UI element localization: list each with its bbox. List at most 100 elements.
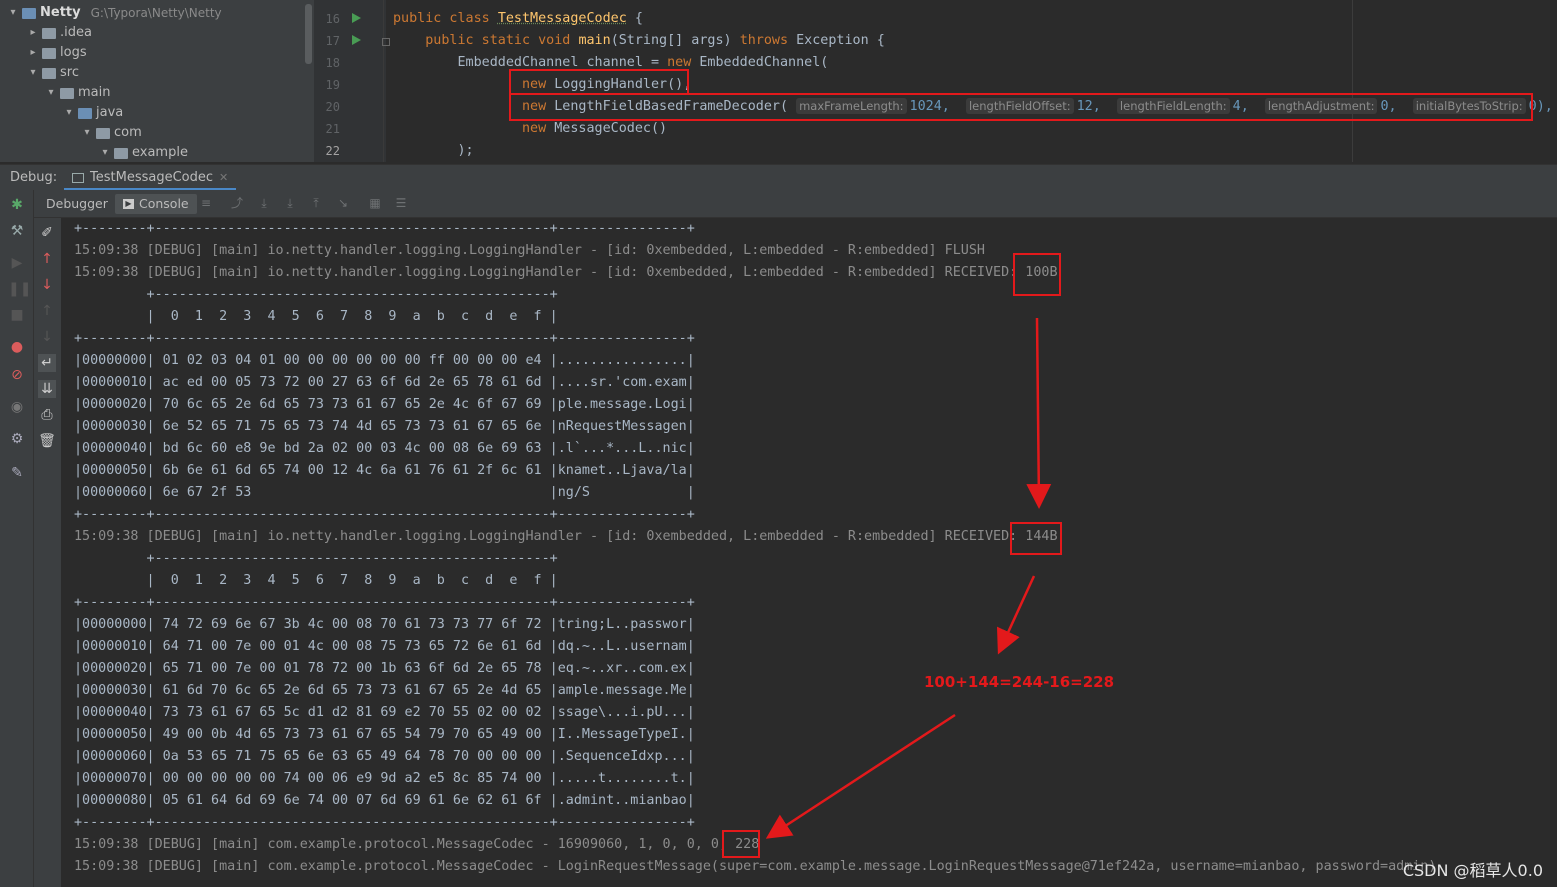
view-breakpoints-icon[interactable]: ● bbox=[8, 338, 26, 356]
tree-item-logs[interactable]: ▸ logs bbox=[28, 43, 87, 63]
up-arrow-icon[interactable]: ↑ bbox=[38, 250, 56, 268]
close-icon[interactable]: ✕ bbox=[219, 171, 228, 184]
console-icon bbox=[72, 172, 84, 183]
line-number: 18 bbox=[325, 56, 340, 70]
trace-icon[interactable]: ☰ bbox=[395, 197, 407, 209]
pause-icon[interactable]: ❚❚ bbox=[8, 280, 31, 298]
right-margin-line bbox=[1352, 0, 1353, 162]
watermark: CSDN @稻草人0.0 bbox=[1402, 861, 1543, 880]
resume-icon[interactable]: ▶ bbox=[8, 254, 26, 272]
debug-label: Debug: bbox=[10, 170, 58, 185]
chevron-right-icon[interactable]: ▸ bbox=[28, 23, 38, 43]
run-icon[interactable] bbox=[352, 13, 361, 23]
folder-icon bbox=[42, 47, 56, 59]
tree-item-java[interactable]: ▾ java bbox=[64, 103, 123, 123]
tree-scrollbar[interactable] bbox=[305, 4, 312, 64]
tree-item-label: logs bbox=[60, 45, 87, 60]
clear-icon[interactable]: ✐ bbox=[38, 224, 56, 242]
tree-item-com[interactable]: ▾ com bbox=[82, 123, 142, 143]
code-line-21: new MessageCodec() bbox=[522, 121, 668, 136]
chevron-down-icon[interactable]: ▾ bbox=[8, 3, 18, 23]
console-output[interactable]: +--------+------------------------------… bbox=[62, 218, 1557, 887]
line-number: 21 bbox=[325, 122, 340, 136]
menu-icon[interactable]: ≡ bbox=[200, 197, 212, 209]
tab-console[interactable]: ▶ Console bbox=[115, 194, 197, 214]
tree-item-label: .idea bbox=[60, 25, 92, 40]
chevron-down-icon[interactable]: ▾ bbox=[28, 63, 38, 83]
annotation-arrows bbox=[765, 317, 1052, 839]
line-number: 20 bbox=[325, 100, 340, 114]
folder-icon bbox=[22, 7, 36, 19]
show-execution-point-icon[interactable]: ⤴ bbox=[231, 197, 243, 209]
tree-item-example[interactable]: ▾ example bbox=[100, 143, 188, 162]
package-icon bbox=[114, 147, 128, 159]
chevron-down-icon[interactable]: ▾ bbox=[82, 123, 92, 143]
tree-item-label: main bbox=[78, 85, 111, 100]
soft-wrap-icon[interactable]: ↵ bbox=[38, 354, 56, 372]
project-tree: ▾ Netty G:\Typora\Netty\Netty ▸ .idea ▸ … bbox=[0, 0, 314, 162]
code-line-16: public class TestMessageCodec { bbox=[393, 11, 643, 26]
down-arrow-icon[interactable]: ↓ bbox=[38, 328, 56, 346]
gutter-divider bbox=[383, 0, 384, 162]
code-editor[interactable]: 16 17 18 19 20 21 22 public class TestMe… bbox=[314, 0, 1557, 162]
trash-icon[interactable]: 🗑 bbox=[38, 432, 56, 450]
pin-icon[interactable]: ✎ bbox=[8, 464, 26, 482]
tree-project-name: Netty bbox=[40, 5, 81, 20]
folder-icon bbox=[42, 67, 56, 79]
tree-project-path: G:\Typora\Netty\Netty bbox=[90, 6, 222, 20]
package-icon bbox=[96, 127, 110, 139]
folder-icon bbox=[78, 107, 92, 119]
tree-item-label: src bbox=[60, 65, 79, 80]
code-line-22: ); bbox=[393, 143, 474, 158]
wrench-icon[interactable]: ⚒ bbox=[8, 222, 26, 240]
tree-item-src[interactable]: ▾ src bbox=[28, 63, 79, 83]
tree-item-netty[interactable]: ▾ Netty G:\Typora\Netty\Netty bbox=[8, 3, 222, 23]
tree-item-main[interactable]: ▾ main bbox=[46, 83, 110, 103]
stop-icon[interactable]: ■ bbox=[8, 306, 26, 324]
camera-icon[interactable]: ◉ bbox=[8, 398, 26, 416]
run-to-cursor-icon[interactable]: ↘ bbox=[337, 197, 349, 209]
print-icon[interactable]: ⎙ bbox=[38, 406, 56, 424]
run-icon[interactable] bbox=[352, 35, 361, 45]
line-number: 16 bbox=[325, 12, 340, 26]
chevron-down-icon[interactable]: ▾ bbox=[46, 83, 56, 103]
folder-icon bbox=[60, 87, 74, 99]
fold-icon[interactable] bbox=[382, 38, 390, 46]
line-number: 19 bbox=[325, 78, 340, 92]
mute-breakpoints-icon[interactable]: ⊘ bbox=[8, 366, 26, 384]
tree-item-label: java bbox=[96, 105, 124, 120]
debug-title-bar: Debug: TestMessageCodec ✕ bbox=[0, 164, 1557, 191]
highlight-box-logging-handler bbox=[509, 69, 689, 95]
step-out-icon[interactable]: ⤒ bbox=[310, 197, 322, 209]
code-line-17: public static void main(String[] args) t… bbox=[393, 33, 885, 48]
up-arrow-icon[interactable]: ↑ bbox=[38, 302, 56, 320]
tree-item-idea[interactable]: ▸ .idea bbox=[28, 23, 92, 43]
arrow-3 bbox=[765, 713, 956, 839]
chevron-down-icon[interactable]: ▾ bbox=[64, 103, 74, 123]
arrow-1 bbox=[1026, 317, 1052, 509]
gear-icon[interactable]: ⚙ bbox=[8, 430, 26, 448]
annotation-text: 100+144=244-16=228 bbox=[924, 673, 1115, 691]
debug-session-tab[interactable]: TestMessageCodec ✕ bbox=[64, 167, 237, 191]
scroll-to-end-icon[interactable]: ⇊ bbox=[38, 380, 56, 398]
console-icon: ▶ bbox=[123, 199, 134, 209]
line-number: 22 bbox=[325, 144, 340, 158]
step-into-icon[interactable]: ⤓ bbox=[284, 197, 296, 209]
tree-item-label: com bbox=[114, 125, 142, 140]
debug-side-toolbar: ✱ ⚒ ▶ ❚❚ ■ ● ⊘ ◉ ⚙ ✎ bbox=[0, 190, 34, 887]
chevron-down-icon[interactable]: ▾ bbox=[100, 143, 110, 162]
evaluate-expression-icon[interactable]: ▦ bbox=[369, 197, 381, 209]
debug-toolbar: Debugger ▶ Console ≡ ⤴ ⤓ ⤓ ⤒ ↘ ▦ ☰ bbox=[0, 190, 1557, 218]
line-number: 17 bbox=[325, 34, 340, 48]
folder-icon bbox=[42, 27, 56, 39]
tree-item-label: example bbox=[132, 145, 188, 160]
bug-icon[interactable]: ✱ bbox=[8, 196, 26, 214]
tab-console-label: Console bbox=[139, 196, 189, 211]
tab-debugger[interactable]: Debugger bbox=[46, 194, 108, 214]
down-arrow-icon[interactable]: ↓ bbox=[38, 276, 56, 294]
chevron-right-icon[interactable]: ▸ bbox=[28, 43, 38, 63]
highlight-box-frame-decoder bbox=[509, 93, 1533, 121]
debug-session-label: TestMessageCodec bbox=[90, 170, 214, 185]
arrow-2 bbox=[996, 575, 1036, 655]
step-over-icon[interactable]: ⤓ bbox=[258, 197, 270, 209]
